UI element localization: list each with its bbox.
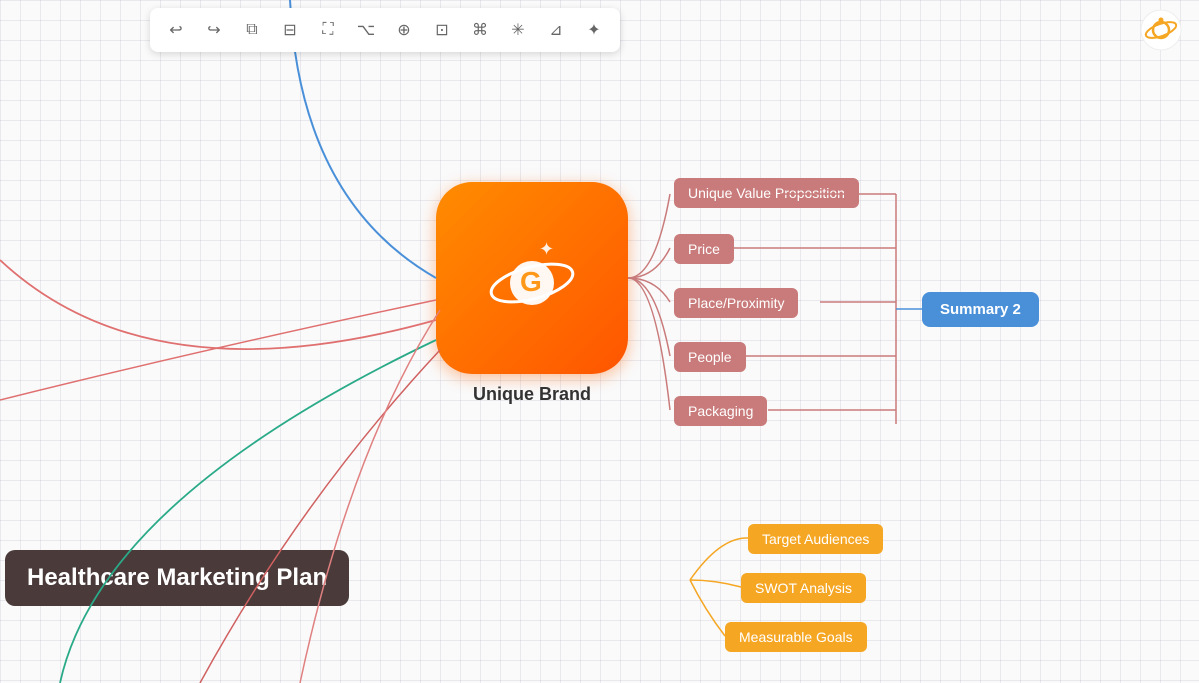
link-button[interactable]: ⌘ xyxy=(464,14,496,46)
redo-button[interactable]: ↪ xyxy=(198,14,230,46)
mindmap-canvas: ✦ G Unique Brand Unique Value Propositio… xyxy=(0,0,1199,683)
svg-text:✦: ✦ xyxy=(539,239,554,259)
central-brand-node[interactable]: ✦ G Unique Brand xyxy=(436,182,628,405)
summary-node[interactable]: Summary 2 xyxy=(922,292,1039,327)
connect-button[interactable]: ⌥ xyxy=(350,14,382,46)
undo-button[interactable]: ↩ xyxy=(160,14,192,46)
bookmark-button[interactable]: ⊿ xyxy=(540,14,572,46)
topic-style-button[interactable]: ⛶ xyxy=(312,14,344,46)
measurable-goals-node[interactable]: Measurable Goals xyxy=(725,622,867,652)
app-logo[interactable] xyxy=(1139,8,1183,52)
main-title-label[interactable]: Healthcare Marketing Plan xyxy=(5,550,349,606)
price-node[interactable]: Price xyxy=(674,234,734,264)
brand-icon: ✦ G xyxy=(477,223,587,333)
swot-analysis-node[interactable]: SWOT Analysis xyxy=(741,573,866,603)
effects-button[interactable]: ✦ xyxy=(578,14,610,46)
packaging-node[interactable]: Packaging xyxy=(674,396,767,426)
brand-icon-box: ✦ G xyxy=(436,182,628,374)
place-node[interactable]: Place/Proximity xyxy=(674,288,798,318)
star-button[interactable]: ✳ xyxy=(502,14,534,46)
paste-style-button[interactable]: ⊟ xyxy=(274,14,306,46)
add-topic-button[interactable]: ⊕ xyxy=(388,14,420,46)
target-audiences-node[interactable]: Target Audiences xyxy=(748,524,883,554)
subtopic-button[interactable]: ⊡ xyxy=(426,14,458,46)
copy-style-button[interactable]: ⧉ xyxy=(236,14,268,46)
people-node[interactable]: People xyxy=(674,342,746,372)
svg-text:G: G xyxy=(520,266,542,297)
unique-value-node[interactable]: Unique Value Proposition xyxy=(674,178,859,208)
brand-label: Unique Brand xyxy=(473,384,591,405)
toolbar: ↩ ↪ ⧉ ⊟ ⛶ ⌥ ⊕ ⊡ ⌘ ✳ ⊿ ✦ xyxy=(150,8,620,52)
